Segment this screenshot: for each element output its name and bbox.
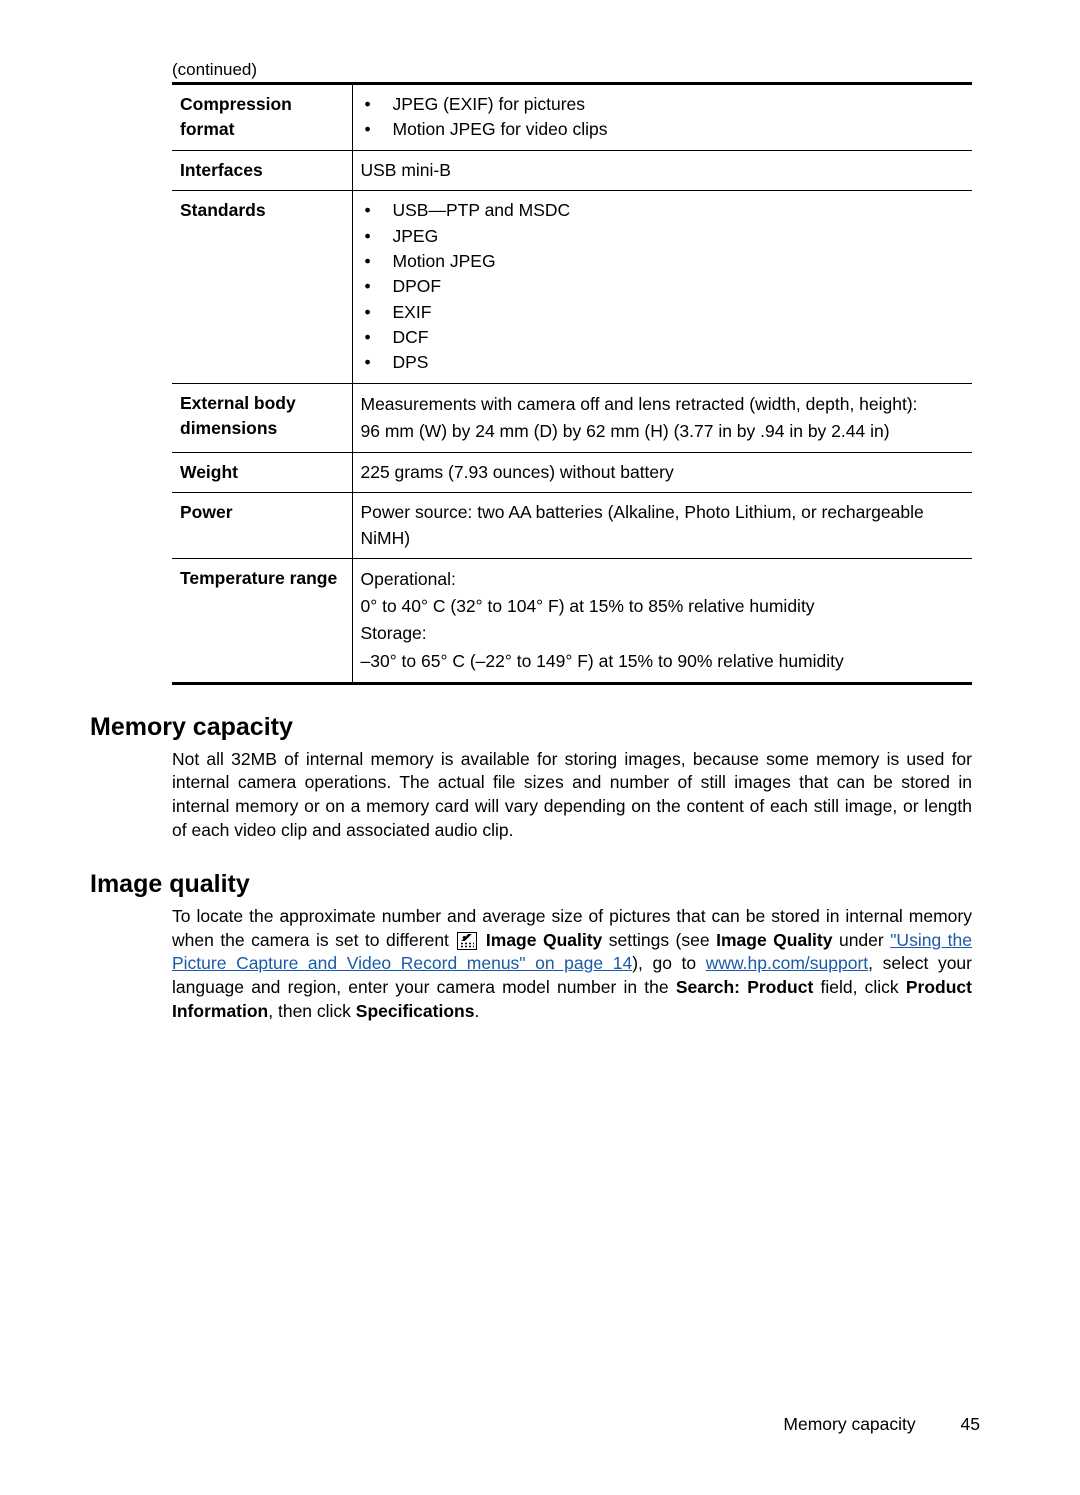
specifications-table: Compression format JPEG (EXIF) for pictu…	[172, 82, 972, 685]
bold-text: Image Quality	[486, 930, 602, 950]
text-fragment: under	[832, 930, 890, 950]
table-row: Weight 225 grams (7.93 ounces) without b…	[172, 453, 972, 493]
table-row: External body dimensions Measurements wi…	[172, 383, 972, 452]
spec-value: USB—PTP and MSDC JPEG Motion JPEG DPOF E…	[352, 191, 972, 384]
bold-text: Specifications	[356, 1001, 475, 1021]
text-fragment: field, click	[813, 977, 906, 997]
image-quality-icon	[457, 932, 477, 950]
table-row: Power Power source: two AA batteries (Al…	[172, 493, 972, 559]
image-quality-text: To locate the approximate number and ave…	[172, 905, 972, 1023]
bold-text: Search: Product	[676, 977, 814, 997]
text-line: 0° to 40° C (32° to 104° F) at 15% to 85…	[361, 593, 965, 620]
spec-value: USB mini-B	[352, 150, 972, 190]
spec-label: External body dimensions	[172, 383, 352, 452]
text-line: Storage:	[361, 620, 965, 647]
footer-section-name: Memory capacity	[783, 1414, 915, 1434]
text-fragment: .	[474, 1001, 479, 1021]
spec-label: Weight	[172, 453, 352, 493]
table-row: Temperature range Operational: 0° to 40°…	[172, 559, 972, 684]
list-item: JPEG (EXIF) for pictures	[365, 92, 965, 117]
spec-value: 225 grams (7.93 ounces) without battery	[352, 453, 972, 493]
text-fragment: , then click	[268, 1001, 356, 1021]
spec-value: JPEG (EXIF) for pictures Motion JPEG for…	[352, 84, 972, 151]
text-line: 96 mm (W) by 24 mm (D) by 62 mm (H) (3.7…	[361, 418, 965, 445]
table-row: Interfaces USB mini-B	[172, 150, 972, 190]
table-row: Compression format JPEG (EXIF) for pictu…	[172, 84, 972, 151]
continued-label: (continued)	[172, 60, 990, 80]
list-item: EXIF	[365, 300, 965, 325]
table-row: Standards USB—PTP and MSDC JPEG Motion J…	[172, 191, 972, 384]
spec-label: Power	[172, 493, 352, 559]
memory-capacity-text: Not all 32MB of internal memory is avail…	[172, 748, 972, 843]
spec-value: Power source: two AA batteries (Alkaline…	[352, 493, 972, 559]
list-item: USB—PTP and MSDC	[365, 198, 965, 223]
list-item: DPOF	[365, 274, 965, 299]
text-line: –30° to 65° C (–22° to 149° F) at 15% to…	[361, 648, 965, 675]
list-item: DPS	[365, 350, 965, 375]
list-item: Motion JPEG for video clips	[365, 117, 965, 142]
spec-label: Interfaces	[172, 150, 352, 190]
image-quality-heading: Image quality	[90, 870, 990, 899]
memory-capacity-heading: Memory capacity	[90, 713, 990, 742]
text-fragment: ), go to	[632, 953, 706, 973]
page-footer: Memory capacity 45	[783, 1414, 980, 1435]
page-number: 45	[961, 1414, 980, 1434]
list-item: DCF	[365, 325, 965, 350]
text-line: Operational:	[361, 566, 965, 593]
spec-label: Compression format	[172, 84, 352, 151]
text-line: Measurements with camera off and lens re…	[361, 391, 965, 418]
spec-label: Standards	[172, 191, 352, 384]
list-item: JPEG	[365, 224, 965, 249]
support-url-link[interactable]: www.hp.com/support	[706, 953, 868, 973]
spec-value: Operational: 0° to 40° C (32° to 104° F)…	[352, 559, 972, 684]
list-item: Motion JPEG	[365, 249, 965, 274]
spec-value: Measurements with camera off and lens re…	[352, 383, 972, 452]
bold-text: Image Quality	[716, 930, 832, 950]
spec-label: Temperature range	[172, 559, 352, 684]
text-fragment: settings (see	[602, 930, 716, 950]
